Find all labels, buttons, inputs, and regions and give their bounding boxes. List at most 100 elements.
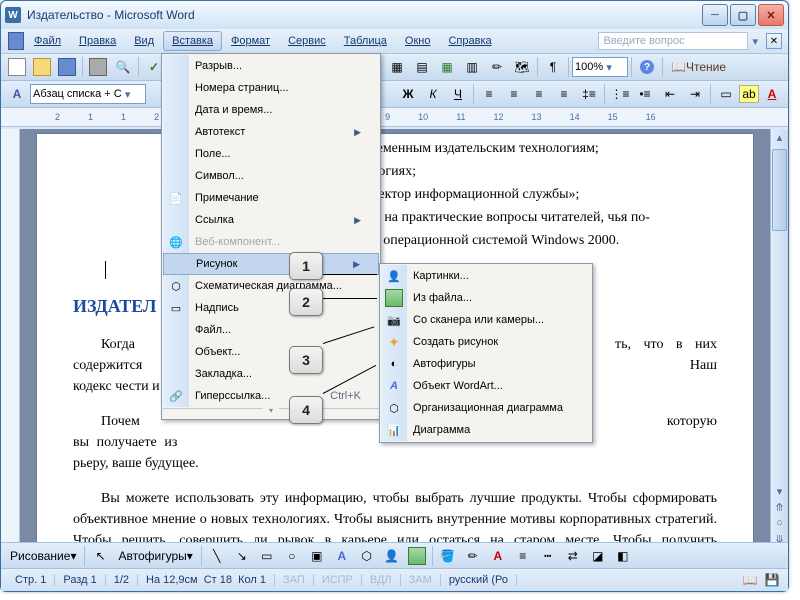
excel-button[interactable]: ▦	[435, 55, 459, 79]
open-button[interactable]	[30, 55, 54, 79]
menu-item-reference[interactable]: Ссылка▶	[163, 209, 379, 231]
menu-service[interactable]: Сервис	[279, 31, 335, 51]
clipart-tool-button[interactable]: 👤	[380, 544, 404, 568]
oval-tool-button[interactable]: ○	[280, 544, 304, 568]
menu-item-bookmark[interactable]: Закладка...	[163, 363, 379, 385]
highlight-button[interactable]: ab	[739, 85, 759, 103]
submenu-scanner[interactable]: 📷Со сканера или камеры...	[381, 309, 591, 331]
menu-item-file[interactable]: Файл...	[163, 319, 379, 341]
tables-button[interactable]: ▦	[385, 55, 409, 79]
submenu-fromfile[interactable]: Из файла...	[381, 287, 591, 309]
submenu-orgchart[interactable]: ⬡Организационная диаграмма	[381, 397, 591, 419]
submenu-newdrawing[interactable]: ✦Создать рисунок	[381, 331, 591, 353]
arrow-style-button[interactable]: ⇄	[561, 544, 585, 568]
menu-file[interactable]: Файл	[25, 31, 70, 51]
menu-item-autotext[interactable]: Автотекст▶	[163, 121, 379, 143]
outdent-button[interactable]: ⇤	[658, 82, 682, 106]
fill-color-button[interactable]: 🪣	[436, 544, 460, 568]
3d-button[interactable]: ◧	[611, 544, 635, 568]
scroll-thumb[interactable]	[772, 149, 787, 231]
menu-help[interactable]: Справка	[439, 31, 500, 51]
close-button[interactable]: ✕	[758, 4, 784, 26]
bullet-list-button[interactable]: •≡	[633, 82, 657, 106]
indent-button[interactable]: ⇥	[683, 82, 707, 106]
textbox-tool-button[interactable]: ▣	[305, 544, 329, 568]
align-left-button[interactable]: ≡	[477, 82, 501, 106]
arrow-tool-button[interactable]: ↘	[230, 544, 254, 568]
status-ext[interactable]: ВДЛ	[362, 574, 401, 586]
underline-button[interactable]: Ч	[446, 82, 470, 106]
dash-style-button[interactable]: ┅	[536, 544, 560, 568]
print-button[interactable]	[86, 55, 110, 79]
menu-item-comment[interactable]: 📄Примечание	[163, 187, 379, 209]
menu-insert[interactable]: Вставка	[163, 31, 222, 51]
bold-button[interactable]: Ж	[396, 82, 420, 106]
menu-item-diagram[interactable]: ⬡Схематическая диаграмма...	[163, 275, 379, 297]
horizontal-ruler[interactable]: 2112345678910111213141516	[1, 108, 788, 127]
font-color-draw-button[interactable]: A	[486, 544, 510, 568]
menu-item-datetime[interactable]: Дата и время...	[163, 99, 379, 121]
line-spacing-button[interactable]: ‡≡	[577, 82, 601, 106]
menu-expand-toggle[interactable]	[163, 408, 379, 417]
menu-item-pagenumbers[interactable]: Номера страниц...	[163, 77, 379, 99]
status-trk[interactable]: ИСПР	[314, 574, 362, 586]
line-style-button[interactable]: ≡	[511, 544, 535, 568]
help-prompt[interactable]: Введите вопрос	[598, 32, 748, 50]
reading-mode-button[interactable]: 📖 Чтение	[666, 55, 731, 79]
menu-item-break[interactable]: Разрыв...	[163, 55, 379, 77]
styles-button[interactable]: A	[5, 82, 29, 106]
menu-item-field[interactable]: Поле...	[163, 143, 379, 165]
status-ovr[interactable]: ЗАМ	[401, 574, 441, 586]
scroll-down-button[interactable]: ▾	[771, 483, 788, 499]
autoshapes-menu-button[interactable]: Автофигуры ▾	[113, 544, 197, 568]
submenu-clipart[interactable]: 👤Картинки...	[381, 265, 591, 287]
align-center-button[interactable]: ≡	[502, 82, 526, 106]
preview-button[interactable]: 🔍	[111, 55, 135, 79]
shadow-button[interactable]: ◪	[586, 544, 610, 568]
control-icon[interactable]	[7, 29, 25, 53]
menu-item-hyperlink[interactable]: 🔗Гиперссылка...Ctrl+K	[163, 385, 379, 407]
prev-page-button[interactable]: ⤊	[771, 499, 788, 515]
align-right-button[interactable]: ≡	[527, 82, 551, 106]
dropdown-icon[interactable]: ▾	[748, 35, 762, 48]
select-objects-button[interactable]: ↖	[88, 544, 112, 568]
browse-object-button[interactable]: ○	[771, 515, 788, 531]
submenu-autoshapes[interactable]: ◐Автофигуры	[381, 353, 591, 375]
menu-item-object[interactable]: Объект...	[163, 341, 379, 363]
menu-item-webcomponent[interactable]: 🌐Веб-компонент...	[163, 231, 379, 253]
status-spell-icon[interactable]: 📖	[740, 571, 760, 589]
menu-edit[interactable]: Правка	[70, 31, 125, 51]
style-combo[interactable]: Абзац списка + С▾	[30, 84, 146, 104]
rectangle-tool-button[interactable]: ▭	[255, 544, 279, 568]
numbered-list-button[interactable]: ⋮≡	[608, 82, 632, 106]
menu-view[interactable]: Вид	[125, 31, 163, 51]
status-rec[interactable]: ЗАП	[275, 574, 314, 586]
italic-button[interactable]: К	[421, 82, 445, 106]
menu-format[interactable]: Формат	[222, 31, 279, 51]
line-color-button[interactable]: ✏	[461, 544, 485, 568]
picture-tool-button[interactable]	[405, 544, 429, 568]
zoom-combo[interactable]: 100%▾	[572, 57, 628, 77]
status-language[interactable]: русский (Ро	[441, 574, 517, 586]
help-button[interactable]: ?	[635, 55, 659, 79]
vertical-scrollbar[interactable]: ▴ ▾ ⤊ ○ ⤋	[770, 129, 788, 547]
drawing-toggle-button[interactable]: ✏	[485, 55, 509, 79]
wordart-tool-button[interactable]: A	[330, 544, 354, 568]
doc-close-button[interactable]: ✕	[766, 33, 782, 49]
columns-button[interactable]: ▥	[460, 55, 484, 79]
menu-table[interactable]: Таблица	[335, 31, 396, 51]
menu-item-symbol[interactable]: Символ...	[163, 165, 379, 187]
vertical-ruler[interactable]	[1, 129, 20, 547]
font-color-button[interactable]: A	[760, 82, 784, 106]
drawing-menu-button[interactable]: Рисование ▾	[5, 544, 81, 568]
menu-window[interactable]: Окно	[396, 31, 440, 51]
status-save-icon[interactable]: 💾	[762, 571, 782, 589]
justify-button[interactable]: ≡	[552, 82, 576, 106]
submenu-wordart[interactable]: AОбъект WordArt...	[381, 375, 591, 397]
show-codes-button[interactable]: ¶	[541, 55, 565, 79]
diagram-tool-button[interactable]: ⬡	[355, 544, 379, 568]
insert-table-button[interactable]: ▤	[410, 55, 434, 79]
minimize-button[interactable]: ─	[702, 4, 728, 26]
borders-button[interactable]: ▭	[714, 82, 738, 106]
scroll-up-button[interactable]: ▴	[771, 129, 788, 145]
